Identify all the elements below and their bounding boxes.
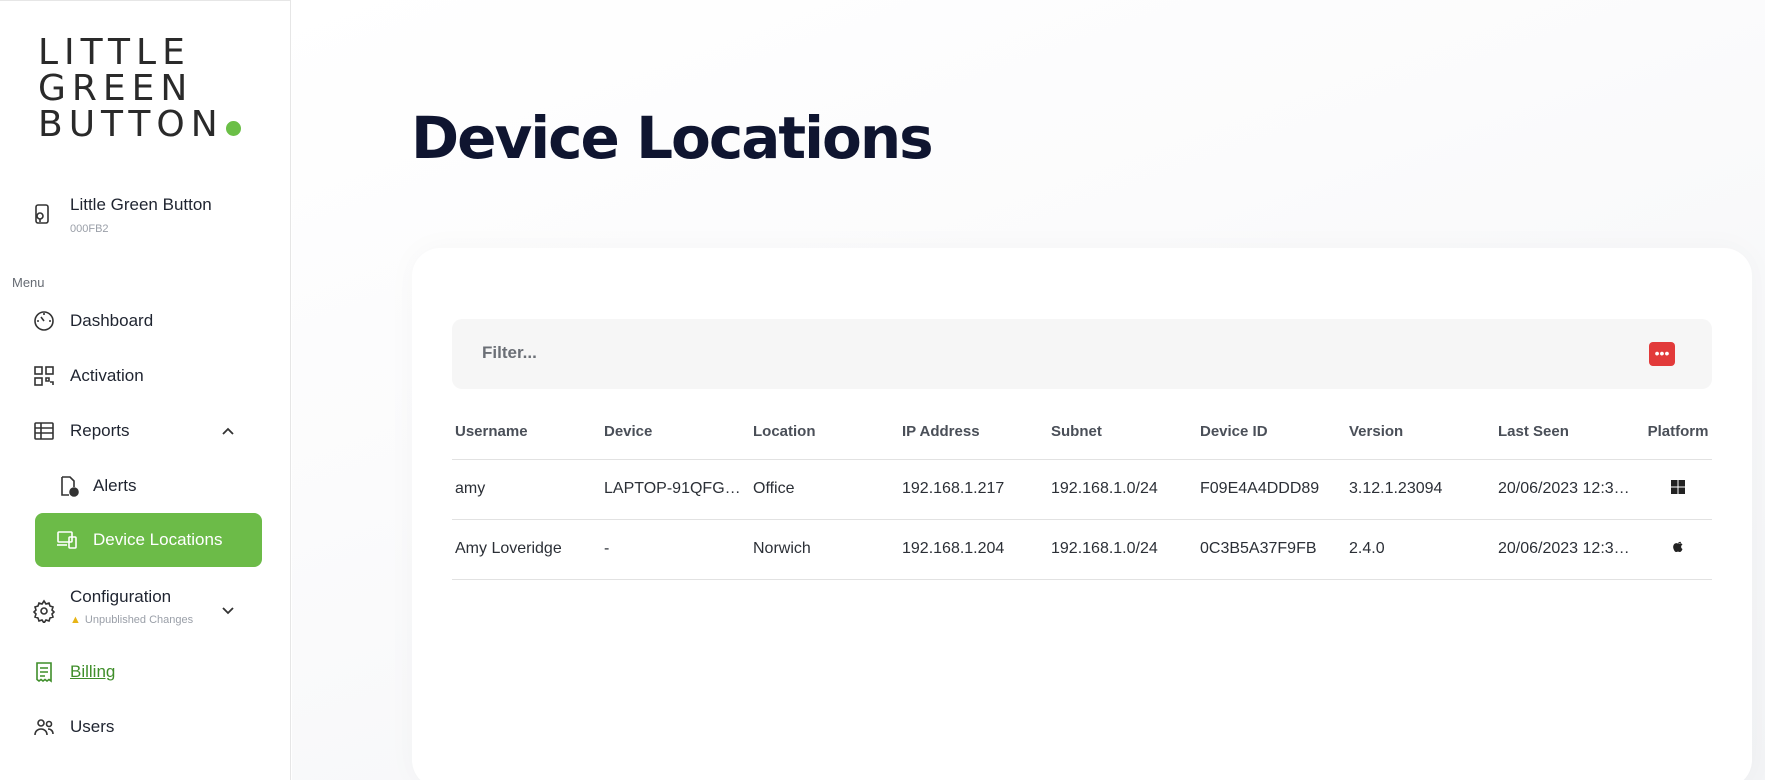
apple-icon	[1673, 541, 1683, 552]
column-header-device[interactable]: Device	[601, 404, 750, 460]
sidebar-item-device-locations[interactable]: Device Locations	[35, 513, 262, 567]
sidebar-item-configuration[interactable]: Configuration ▲ Unpublished Changes	[30, 583, 262, 639]
cell-device: LAPTOP-91QFGT…	[601, 459, 750, 520]
column-header-device-id[interactable]: Device ID	[1197, 404, 1346, 460]
sidebar-item-alerts[interactable]: Alerts	[30, 464, 262, 508]
warning-text: Unpublished Changes	[84, 614, 194, 626]
cell-last-seen: 20/06/2023 12:38…	[1495, 459, 1644, 520]
sidebar-item-label: Configuration	[70, 587, 172, 606]
cell-last-seen: 20/06/2023 12:38…	[1495, 519, 1644, 580]
chevron-down-icon[interactable]	[220, 603, 236, 619]
cell-version: 3.12.1.23094	[1346, 459, 1495, 520]
column-header-subnet[interactable]: Subnet	[1048, 404, 1197, 460]
sidebar-item-label: Billing	[70, 662, 116, 681]
column-header-location[interactable]: Location	[750, 404, 899, 460]
organization-name: Little Green Button	[70, 195, 212, 214]
sidebar-item-billing[interactable]: Billing	[30, 650, 262, 694]
cell-username: Amy Loveridge	[452, 519, 601, 580]
organization-code: 000FB2	[70, 223, 109, 235]
table-header-row: Username Device Location IP Address Subn…	[452, 404, 1712, 460]
organization-icon	[35, 204, 49, 224]
chevron-up-icon[interactable]	[220, 423, 236, 439]
users-icon	[34, 719, 54, 736]
sidebar-item-label: Users	[70, 717, 115, 736]
cell-platform	[1644, 459, 1712, 520]
column-header-platform[interactable]: Platform	[1644, 404, 1712, 460]
cell-location: Office	[750, 459, 899, 520]
cell-ip-address: 192.168.1.217	[899, 459, 1048, 520]
devices-icon	[57, 531, 77, 549]
cell-device-id: 0C3B5A37F9FB	[1197, 519, 1346, 580]
cell-location: Norwich	[750, 519, 899, 580]
cell-subnet: 192.168.1.0/24	[1048, 519, 1197, 580]
table-row[interactable]: Amy Loveridge - Norwich 192.168.1.204 19…	[452, 519, 1712, 580]
sidebar-item-label: Alerts	[93, 476, 137, 495]
sidebar-item-label: Dashboard	[70, 311, 154, 330]
column-header-version[interactable]: Version	[1346, 404, 1495, 460]
logo-dot-icon	[225, 121, 241, 136]
cell-username: amy	[452, 459, 601, 520]
sidebar: LITTLE GREEN BUTTON Little Green Button …	[0, 0, 291, 780]
receipt-icon	[36, 662, 52, 683]
sidebar-item-reports[interactable]: Reports	[30, 409, 262, 453]
cell-subnet: 192.168.1.0/24	[1048, 459, 1197, 520]
sidebar-item-activation[interactable]: Activation	[30, 354, 262, 398]
device-locations-table: Username Device Location IP Address Subn…	[452, 404, 1712, 580]
sidebar-item-dashboard[interactable]: Dashboard	[30, 299, 262, 343]
unpublished-changes-note: ▲ Unpublished Changes	[70, 614, 193, 626]
windows-icon	[1671, 479, 1685, 494]
qr-code-icon	[34, 366, 54, 386]
sidebar-item-users[interactable]: Users	[30, 705, 262, 749]
logo-line-1: LITTLE	[38, 32, 191, 73]
gear-icon	[32, 599, 56, 623]
logo-line-2: GREEN	[38, 68, 194, 109]
table-icon	[34, 422, 54, 440]
logo-line-3: BUTTON	[38, 104, 224, 145]
cell-device: -	[601, 519, 750, 580]
cell-platform	[1644, 519, 1712, 580]
organization-switcher[interactable]: Little Green Button 000FB2	[30, 193, 270, 241]
cell-version: 2.4.0	[1346, 519, 1495, 580]
cell-device-id: F09E4A4DDD89	[1197, 459, 1346, 520]
cell-ip-address: 192.168.1.204	[899, 519, 1048, 580]
column-header-last-seen[interactable]: Last Seen	[1495, 404, 1644, 460]
menu-label: Menu	[12, 275, 45, 290]
column-header-ip-address[interactable]: IP Address	[899, 404, 1048, 460]
brand-logo[interactable]: LITTLE GREEN BUTTON	[38, 35, 241, 143]
more-options-icon[interactable]: •••	[1649, 342, 1675, 366]
filter-input[interactable]: Filter...	[482, 343, 537, 363]
column-header-username[interactable]: Username	[452, 404, 601, 460]
alert-document-icon	[61, 476, 79, 497]
page-title: Device Locations	[411, 104, 934, 172]
dashboard-gauge-icon	[34, 311, 54, 331]
warning-icon: ▲	[70, 614, 81, 626]
filter-bar[interactable]: Filter... •••	[452, 319, 1712, 389]
sidebar-item-label: Activation	[70, 366, 144, 385]
sidebar-item-label: Device Locations	[93, 530, 223, 549]
table-row[interactable]: amy LAPTOP-91QFGT… Office 192.168.1.217 …	[452, 459, 1712, 520]
sidebar-item-label: Reports	[70, 421, 130, 440]
